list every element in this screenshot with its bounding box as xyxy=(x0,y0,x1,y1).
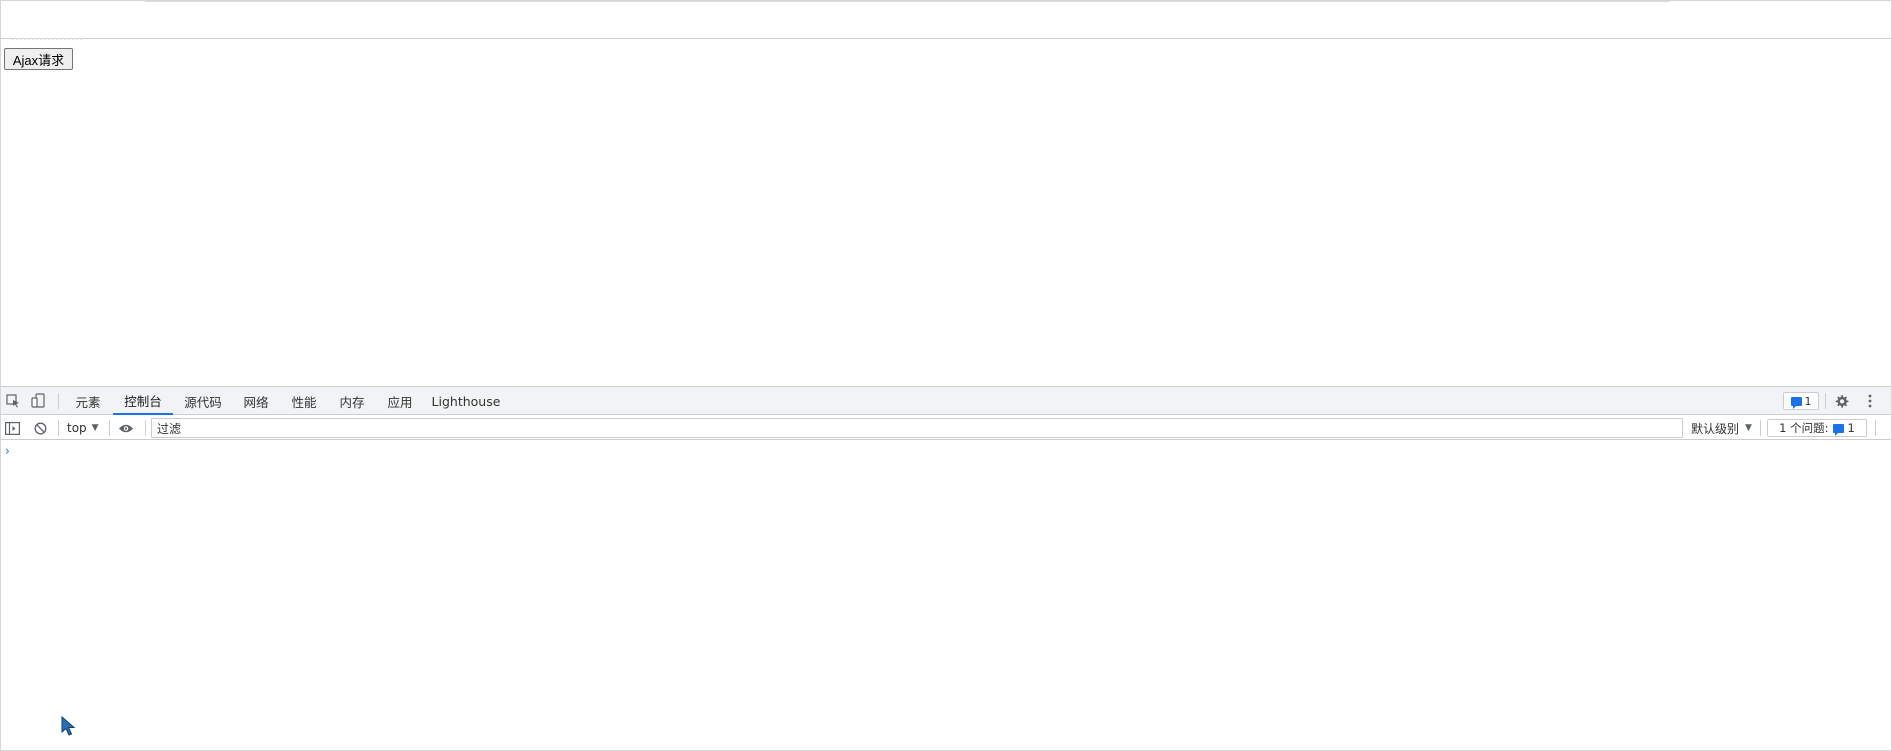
frame-border xyxy=(0,0,1892,751)
screenshot-frame: Ajax请求 元素 控制台 源代码 网络 性能 内存 应用 Lighthouse… xyxy=(0,0,1892,751)
